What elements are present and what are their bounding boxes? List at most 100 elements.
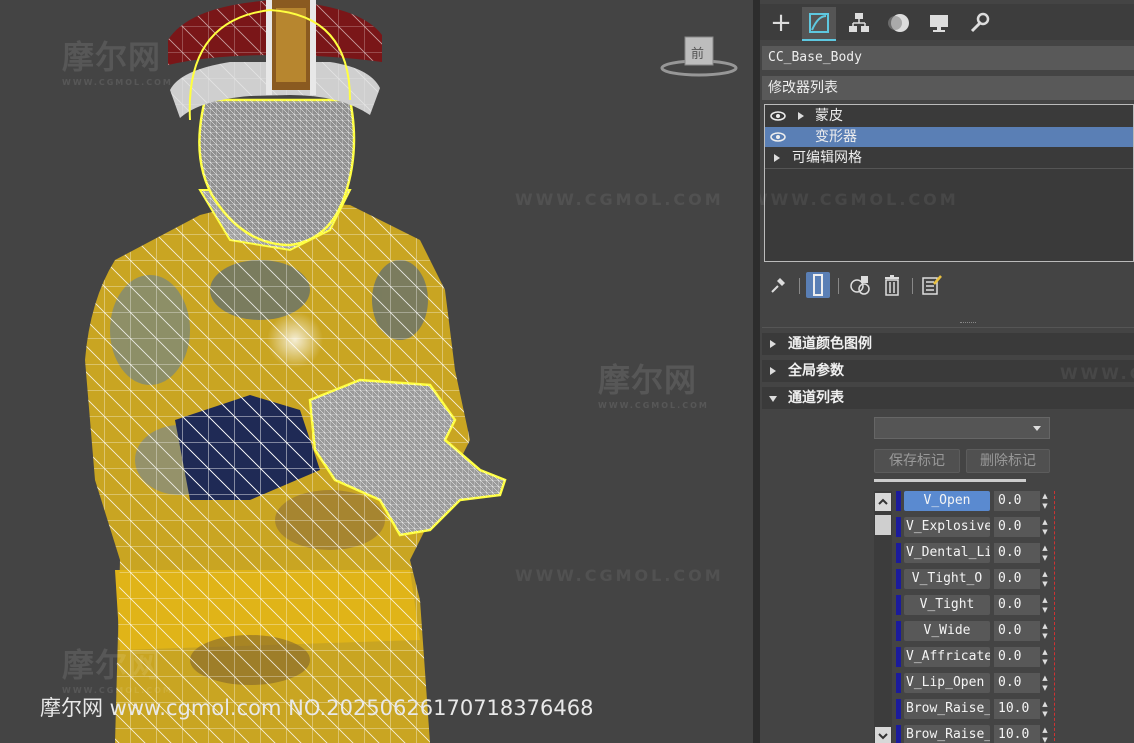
channel-value-field[interactable]: 0.0	[994, 491, 1040, 511]
channel-row[interactable]: V_Explosive 0.0 ▲ ▼	[896, 515, 1048, 537]
channel-color-indicator	[896, 517, 901, 537]
channel-spinner[interactable]: ▲ ▼	[1040, 517, 1050, 537]
collapse-arrow-icon	[770, 367, 776, 375]
hierarchy-icon	[849, 13, 869, 32]
chevron-down-icon	[878, 733, 888, 740]
channel-color-indicator	[896, 673, 901, 693]
utilities-tab[interactable]	[962, 7, 996, 39]
viewcube[interactable]: 前	[660, 35, 738, 77]
channel-row[interactable]: Brow_Raise_ 10.0 ▲ ▼	[896, 697, 1048, 719]
watermark-url: WWW.CGMOL.COM	[760, 190, 959, 209]
channel-name-button[interactable]: V_Dental_Li	[904, 543, 990, 563]
command-panel: + CC_Base_Body 修改器列表 蒙皮 变形器 可编辑网格 通道颜色图例…	[760, 0, 1134, 743]
channel-row[interactable]: V_Affricate 0.0 ▲ ▼	[896, 645, 1048, 667]
channel-spinner[interactable]: ▲ ▼	[1040, 725, 1050, 743]
channel-value-field[interactable]: 0.0	[994, 517, 1040, 537]
channel-value-field[interactable]: 10.0	[994, 725, 1040, 743]
modifier-stack-item-editable-mesh[interactable]: 可编辑网格	[765, 148, 1133, 168]
channel-value-field[interactable]: 0.0	[994, 621, 1040, 641]
channel-spinner[interactable]: ▲ ▼	[1040, 647, 1050, 667]
rollout-channel-list[interactable]: 通道列表	[762, 387, 1134, 409]
scroll-down-button[interactable]	[875, 727, 891, 743]
channel-name-button[interactable]: V_Explosive	[904, 517, 990, 537]
channel-row[interactable]: V_Tight 0.0 ▲ ▼	[896, 593, 1048, 615]
channel-name-button[interactable]: V_Open	[904, 491, 990, 511]
viewcube-front-label: 前	[691, 47, 705, 62]
channel-value-field[interactable]: 0.0	[994, 647, 1040, 667]
hierarchy-tab[interactable]	[842, 7, 876, 39]
channel-value-field[interactable]: 0.0	[994, 595, 1040, 615]
trash-icon	[885, 275, 899, 296]
modifier-stack-item-skin[interactable]: 蒙皮	[765, 106, 1133, 126]
watermark-url: WWW.CGMOL.COM	[515, 566, 724, 585]
viewport-3d[interactable]: 摩尔网 WWW.CGMOL.COM 摩尔网 WWW.CGMOL.COM 摩尔网 WWW…	[0, 0, 753, 743]
channel-name-button[interactable]: Brow_Raise_	[904, 699, 990, 719]
channel-range-marker	[1054, 491, 1056, 741]
rollout-label: 通道列表	[788, 390, 844, 406]
channel-value-field[interactable]: 0.0	[994, 673, 1040, 693]
plus-icon: +	[770, 8, 792, 38]
watermark-logo: 摩尔网 WWW.CGMOL.COM	[598, 361, 709, 410]
channel-spinner[interactable]: ▲ ▼	[1040, 595, 1050, 615]
channel-name-button[interactable]: V_Tight	[904, 595, 990, 615]
eye-icon[interactable]	[770, 130, 786, 144]
motion-tab[interactable]	[882, 7, 916, 39]
channel-row[interactable]: V_Dental_Li 0.0 ▲ ▼	[896, 541, 1048, 563]
channel-spinner[interactable]: ▲ ▼	[1040, 699, 1050, 719]
channel-name-button[interactable]: V_Lip_Open	[904, 673, 990, 693]
channel-name-button[interactable]: V_Affricate	[904, 647, 990, 667]
channel-row[interactable]: V_Open 0.0 ▲ ▼	[896, 489, 1048, 511]
make-unique-button[interactable]	[848, 272, 872, 298]
modifier-label: 蒙皮	[815, 108, 843, 124]
marker-dropdown[interactable]	[874, 417, 1050, 439]
pin-stack-button[interactable]	[766, 272, 790, 298]
panel-divider[interactable]	[753, 0, 760, 743]
modify-icon	[809, 13, 829, 33]
channel-row[interactable]: V_Tight_O 0.0 ▲ ▼	[896, 567, 1048, 589]
scrollbar-thumb[interactable]	[875, 515, 891, 535]
chevron-up-icon	[878, 498, 888, 505]
channel-spinner[interactable]: ▲ ▼	[1040, 673, 1050, 693]
channel-spinner[interactable]: ▲ ▼	[1040, 569, 1050, 589]
modifier-list-dropdown[interactable]: 修改器列表	[762, 76, 1134, 100]
channel-spinner[interactable]: ▲ ▼	[1040, 621, 1050, 641]
configure-icon	[922, 275, 942, 295]
pin-icon	[771, 278, 785, 293]
modifier-stack: 蒙皮 变形器 可编辑网格	[764, 104, 1134, 262]
footer-watermark-text: 摩尔网 www.cgmol.com NO.2025062617071837646…	[40, 696, 594, 720]
display-tab[interactable]	[922, 7, 956, 39]
rollout-channel-color-legend[interactable]: 通道颜色图例	[762, 333, 1134, 355]
channel-value-field[interactable]: 0.0	[994, 569, 1040, 589]
channel-value-field[interactable]: 0.0	[994, 543, 1040, 563]
channel-name-button[interactable]: Brow_Raise_	[904, 725, 990, 743]
channel-row[interactable]: V_Lip_Open 0.0 ▲ ▼	[896, 671, 1048, 693]
toolbar-separator	[912, 278, 913, 294]
eye-icon[interactable]	[770, 109, 786, 123]
channel-name-button[interactable]: V_Tight_O	[904, 569, 990, 589]
channel-list-divider	[874, 479, 1026, 482]
scroll-up-button[interactable]	[875, 493, 891, 511]
create-tab[interactable]: +	[764, 7, 798, 39]
modifier-label: 变形器	[815, 129, 857, 145]
watermark-logo: 摩尔网 WWW.CGMOL.COM	[62, 646, 173, 695]
remove-modifier-button[interactable]	[880, 272, 904, 298]
channel-spinner[interactable]: ▲ ▼	[1040, 543, 1050, 563]
watermark-url: WWW.CGMOL.COM	[1060, 364, 1134, 383]
expand-arrow-icon[interactable]	[774, 154, 780, 162]
save-marker-button[interactable]: 保存标记	[874, 449, 960, 473]
channel-name-button[interactable]: V_Wide	[904, 621, 990, 641]
modify-tab[interactable]	[802, 7, 836, 41]
modifier-stack-item-morpher[interactable]: 变形器	[765, 127, 1133, 147]
expand-arrow-icon[interactable]	[798, 112, 804, 120]
channel-row[interactable]: Brow_Raise_ 10.0 ▲ ▼	[896, 723, 1048, 743]
channel-row[interactable]: V_Wide 0.0 ▲ ▼	[896, 619, 1048, 641]
object-name-field[interactable]: CC_Base_Body	[762, 46, 1134, 70]
channel-color-indicator	[896, 569, 901, 589]
channel-value-field[interactable]: 10.0	[994, 699, 1040, 719]
show-end-result-button[interactable]	[806, 272, 830, 298]
channel-scrollbar[interactable]	[874, 491, 892, 743]
chevron-down-icon	[1033, 426, 1041, 431]
channel-spinner[interactable]: ▲ ▼	[1040, 491, 1050, 511]
delete-marker-button[interactable]: 删除标记	[966, 449, 1050, 473]
configure-modifier-sets-button[interactable]	[920, 272, 944, 298]
